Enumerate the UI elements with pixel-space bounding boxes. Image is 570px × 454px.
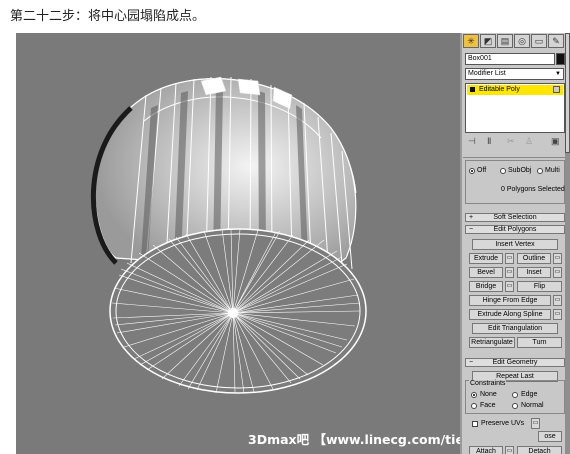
watermark-text: 3Dmax吧 【www.linecg.com/tieba/177】	[248, 432, 460, 447]
edit-triangulation-button[interactable]: Edit Triangulation	[472, 323, 558, 334]
stack-toolbar: ⊣ Ⅱ ✂ ♙ ▣	[465, 136, 565, 150]
collapse-icon: −	[469, 359, 474, 366]
modify-tab[interactable]: ◩	[480, 34, 496, 48]
modify-icon: ◩	[483, 36, 493, 46]
toggle-icon[interactable]	[553, 86, 560, 93]
insert-vertex-button[interactable]: Insert Vertex	[472, 239, 558, 250]
settings-icon: ▭	[554, 255, 561, 261]
cylinder-cap	[109, 228, 367, 394]
settings-icon: ▭	[554, 311, 561, 317]
utilities-icon: ✎	[552, 36, 560, 46]
display-tab[interactable]: ▭	[531, 34, 547, 48]
show-end-result-icon[interactable]: Ⅱ	[487, 136, 491, 147]
preserve-uvs-label: Preserve UVs	[481, 420, 525, 427]
retriangulate-button[interactable]: Retriangulate	[469, 337, 515, 348]
selection-status: 0 Polygons Selected	[501, 186, 565, 193]
soft-selection-rollout[interactable]: + Soft Selection	[465, 213, 565, 222]
settings-icon: ▭	[532, 420, 539, 426]
extrude-along-spline-button[interactable]: Extrude Along Spline	[469, 309, 551, 320]
stack-item-editable-poly[interactable]: Editable Poly	[467, 85, 563, 95]
remove-modifier-icon[interactable]: ♙	[525, 136, 533, 147]
modifier-stack[interactable]: Editable Poly	[465, 83, 565, 133]
detach-button[interactable]: Detach	[517, 446, 562, 454]
off-radio[interactable]	[469, 168, 475, 174]
edit-geometry-rollout[interactable]: − Edit Geometry	[465, 358, 565, 367]
flip-button[interactable]: Flip	[517, 281, 562, 292]
modifier-list-label: Modifier List	[468, 70, 506, 77]
expand-icon	[470, 87, 475, 92]
inset-settings-button[interactable]: ▭	[553, 267, 562, 278]
pin-stack-icon[interactable]: ⊣	[468, 136, 476, 147]
motion-tab[interactable]: ◎	[514, 34, 530, 48]
object-name-field[interactable]: Box001	[465, 53, 555, 65]
settings-icon: ▭	[506, 255, 513, 261]
display-icon: ▭	[534, 36, 544, 46]
create-tab[interactable]: ✳	[463, 34, 479, 48]
none-label: None	[480, 391, 497, 398]
attach-button[interactable]: Attach	[469, 446, 503, 454]
face-radio[interactable]	[471, 403, 477, 409]
normal-radio[interactable]	[512, 403, 518, 409]
utilities-tab[interactable]: ✎	[548, 34, 564, 48]
normal-label: Normal	[521, 402, 544, 409]
edit-geometry-label: Edit Geometry	[492, 359, 538, 366]
settings-icon: ▭	[506, 283, 513, 289]
subobj-label: SubObj	[508, 167, 532, 174]
settings-icon: ▭	[554, 297, 561, 303]
create-icon: ✳	[467, 36, 475, 46]
outline-button[interactable]: Outline	[517, 253, 551, 264]
make-unique-icon[interactable]: ✂	[507, 136, 515, 147]
edge-label: Edge	[521, 391, 538, 398]
perspective-viewport[interactable]: 3Dmax吧 【www.linecg.com/tieba/177】	[16, 33, 460, 454]
outline-settings-button[interactable]: ▭	[553, 253, 562, 264]
dropdown-arrow-icon: ▼	[555, 71, 561, 77]
bridge-settings-button[interactable]: ▭	[505, 281, 514, 292]
collapse-button[interactable]: ose	[538, 431, 562, 442]
face-label: Face	[480, 402, 496, 409]
modifier-list-dropdown[interactable]: Modifier List ▼	[465, 68, 564, 80]
configure-modifier-sets-icon[interactable]: ▣	[551, 136, 560, 147]
hierarchy-icon: ▤	[500, 36, 510, 46]
edge-radio[interactable]	[512, 392, 518, 398]
inset-button[interactable]: Inset	[517, 267, 551, 278]
panel-scrollbar-thumb[interactable]	[565, 33, 570, 153]
constraints-group: Constraints None Edge Face Normal	[465, 380, 565, 414]
hierarchy-tab[interactable]: ▤	[497, 34, 513, 48]
off-label: Off	[477, 167, 487, 174]
settings-icon: ▭	[506, 269, 513, 275]
command-panel: ✳ ◩ ▤ ◎ ▭ ✎ Box001 Modifier List ▼ Edita…	[460, 33, 570, 454]
expand-icon: +	[469, 214, 474, 221]
constraints-label: Constraints	[469, 380, 507, 388]
collapse-icon: −	[469, 226, 474, 233]
attach-settings-button[interactable]: ▭	[505, 446, 514, 454]
panel-edge	[460, 33, 462, 454]
bevel-button[interactable]: Bevel	[469, 267, 503, 278]
multi-radio[interactable]	[537, 168, 543, 174]
multi-label: Multi	[545, 167, 560, 174]
edit-polygons-label: Edit Polygons	[493, 226, 537, 233]
none-radio[interactable]	[471, 392, 477, 398]
subobj-radio[interactable]	[500, 168, 506, 174]
extrude-button[interactable]: Extrude	[469, 253, 503, 264]
edit-polygons-rollout[interactable]: − Edit Polygons	[465, 225, 565, 234]
settings-icon: ▭	[506, 448, 513, 454]
hinge-settings-button[interactable]: ▭	[553, 295, 562, 306]
extrude-settings-button[interactable]: ▭	[505, 253, 514, 264]
motion-icon: ◎	[518, 36, 526, 46]
turn-button[interactable]: Turn	[517, 337, 562, 348]
preserve-uvs-checkbox[interactable]	[472, 421, 478, 427]
bridge-button[interactable]: Bridge	[469, 281, 503, 292]
soft-selection-label: Soft Selection	[493, 214, 537, 221]
hinge-from-edge-button[interactable]: Hinge From Edge	[469, 295, 551, 306]
stack-item-label: Editable Poly	[479, 86, 520, 93]
divider	[463, 157, 565, 158]
extrude-along-spline-settings-button[interactable]: ▭	[553, 309, 562, 320]
step-caption: 第二十二步：将中心园塌陷成点。	[10, 9, 206, 24]
preserve-uvs-settings-button[interactable]: ▭	[531, 418, 540, 429]
settings-icon: ▭	[554, 269, 561, 275]
selection-rollout: Off SubObj Multi 0 Polygons Selected	[465, 160, 565, 204]
cylinder-wireframe	[91, 76, 367, 394]
object-color-swatch[interactable]	[556, 53, 565, 65]
bevel-settings-button[interactable]: ▭	[505, 267, 514, 278]
